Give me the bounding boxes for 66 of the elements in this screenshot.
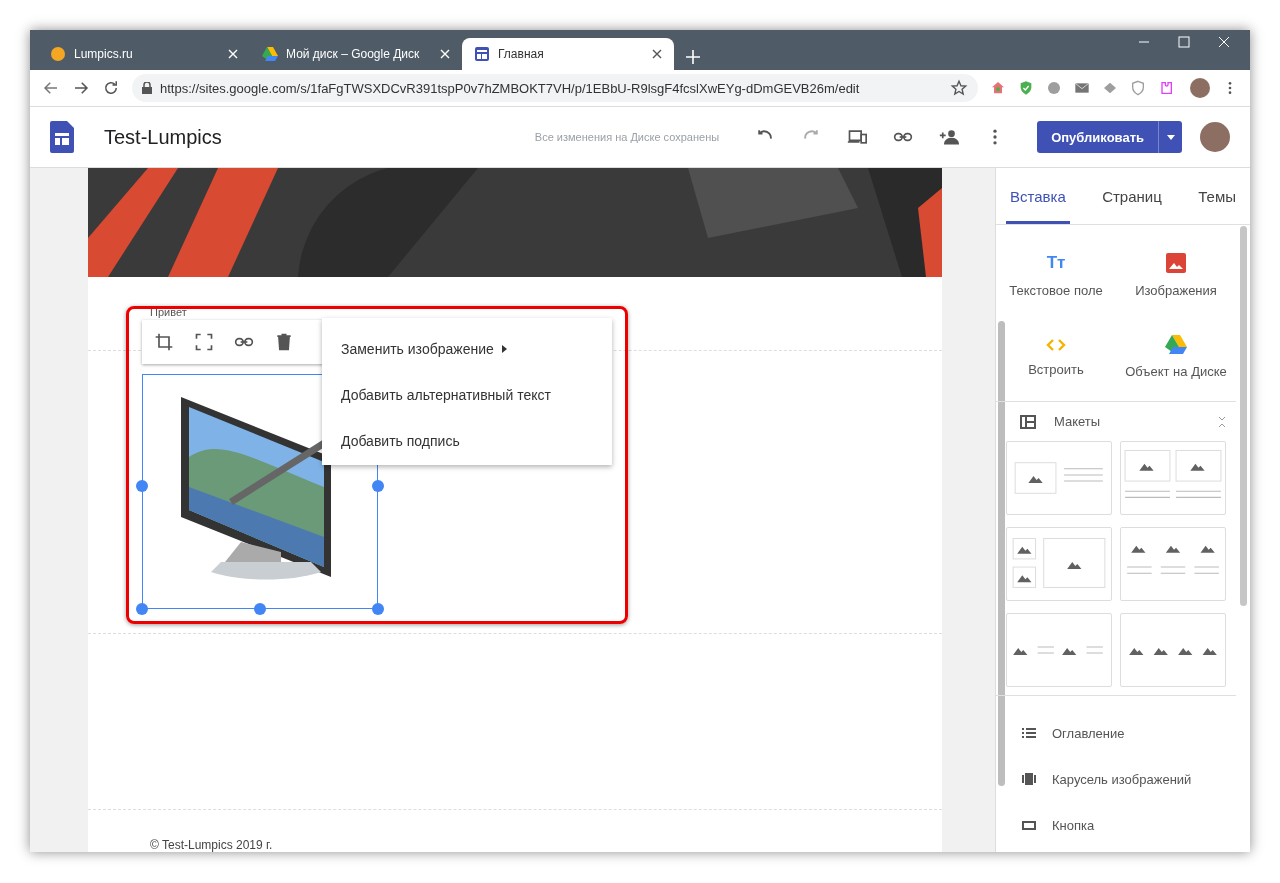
panel-tab[interactable]: Темы [1194, 168, 1240, 224]
new-tab-icon[interactable] [686, 50, 700, 64]
section-label[interactable]: Макеты [1054, 414, 1101, 429]
drive-triangle-icon [1165, 335, 1187, 354]
browser-tab[interactable]: Мой диск – Google Диск [250, 38, 462, 70]
button-outline-icon [1022, 820, 1036, 830]
text-style-icon: Tт [1046, 252, 1066, 273]
drive-triangle-icon [262, 47, 278, 61]
insert-item[interactable]: Изображения [1116, 239, 1236, 311]
close-icon[interactable] [652, 49, 662, 59]
reload-icon[interactable] [102, 79, 120, 97]
menu-item[interactable]: Заменить изображение [322, 326, 612, 372]
shield-outline-icon[interactable] [1130, 80, 1146, 96]
avatar[interactable] [1200, 122, 1230, 152]
address-field[interactable]: https://sites.google.com/s/1faFgTWSXDCvR391tspP0v7hZMBOKT7VH/p/1EBbU-R9lsgF4fcslXwEYg-dDmGEVB26m/edit [132, 74, 978, 102]
trash-icon[interactable] [274, 332, 294, 352]
component-item[interactable]: Карусель изображений [996, 756, 1250, 802]
scrollbar-thumb[interactable] [998, 321, 1005, 786]
house-icon[interactable] [990, 80, 1006, 96]
component-item[interactable]: Оглавление [996, 710, 1250, 756]
browser-tab[interactable]: Главная [462, 38, 674, 70]
layout-thumbnail[interactable] [1006, 527, 1112, 601]
star-icon[interactable] [950, 79, 968, 97]
lock-icon [142, 82, 152, 94]
layout-grid-icon [1020, 414, 1036, 429]
devices-icon[interactable] [847, 127, 868, 147]
site-title[interactable]: Test-Lumpics [104, 125, 222, 149]
menu-item[interactable]: Добавить подпись [322, 418, 612, 464]
diamond-icon[interactable] [1102, 80, 1118, 96]
scrollbar-thumb[interactable] [1240, 226, 1247, 606]
menu-item[interactable]: Добавить альтернативный текст [322, 372, 612, 418]
back-arrow-icon[interactable] [42, 79, 60, 97]
panel-tab[interactable]: Вставка [1006, 168, 1070, 224]
shield-icon[interactable] [1018, 80, 1034, 96]
submenu-caret-icon [501, 345, 507, 353]
image-icon [1166, 252, 1186, 273]
add-person-icon[interactable] [939, 127, 960, 147]
collapse-icon[interactable] [1218, 415, 1226, 428]
page-layout-icon [474, 46, 490, 62]
code-brackets-icon [1046, 337, 1066, 352]
sites-logo-icon [50, 121, 74, 153]
layout-thumbnail[interactable] [1120, 613, 1226, 687]
fullscreen-icon[interactable] [194, 332, 214, 352]
footer-text: © Test-Lumpics 2019 г. [149, 837, 274, 852]
carousel-icon [1022, 773, 1036, 785]
forward-arrow-icon[interactable] [72, 79, 90, 97]
insert-item[interactable]: Tт Текстовое поле [996, 239, 1116, 311]
layout-thumbnail[interactable] [1006, 441, 1112, 515]
crop-icon[interactable] [154, 332, 174, 352]
component-item[interactable]: Кнопка [996, 802, 1250, 848]
publish-button[interactable]: Опубликовать [1037, 121, 1158, 153]
insert-item[interactable]: Встроить [996, 321, 1116, 393]
insert-item[interactable]: Объект на Диске [1116, 321, 1236, 393]
avatar[interactable] [1190, 78, 1210, 98]
circle-logo-icon [50, 46, 66, 62]
panel-tab[interactable]: Страниц [1098, 168, 1166, 224]
layout-thumbnail[interactable] [1006, 613, 1112, 687]
layout-thumbnail[interactable] [1120, 527, 1226, 601]
list-icon [1022, 728, 1036, 738]
publish-options-button[interactable] [1158, 121, 1182, 153]
save-status: Все изменения на Диске сохранены [534, 131, 720, 143]
mail-icon[interactable] [1074, 80, 1090, 96]
browser-tab[interactable]: Lumpics.ru [38, 38, 250, 70]
layout-thumbnail[interactable] [1120, 441, 1226, 515]
caret-icon [1166, 134, 1175, 140]
maximize-icon[interactable] [1178, 36, 1190, 48]
